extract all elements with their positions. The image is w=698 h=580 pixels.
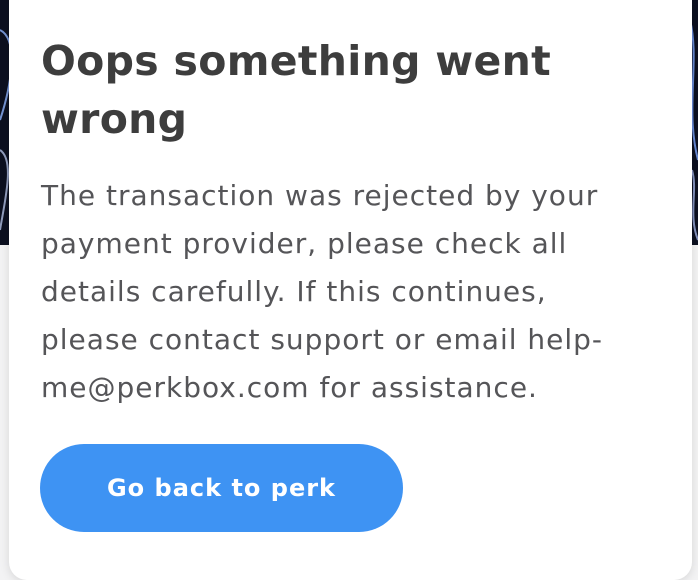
go-back-to-perk-button[interactable]: Go back to perk <box>40 444 403 532</box>
error-modal: Oops something went wrong The transactio… <box>9 0 692 580</box>
error-title: Oops something went wrong <box>41 37 551 143</box>
error-message: The transaction was rejected by your pay… <box>41 179 604 404</box>
